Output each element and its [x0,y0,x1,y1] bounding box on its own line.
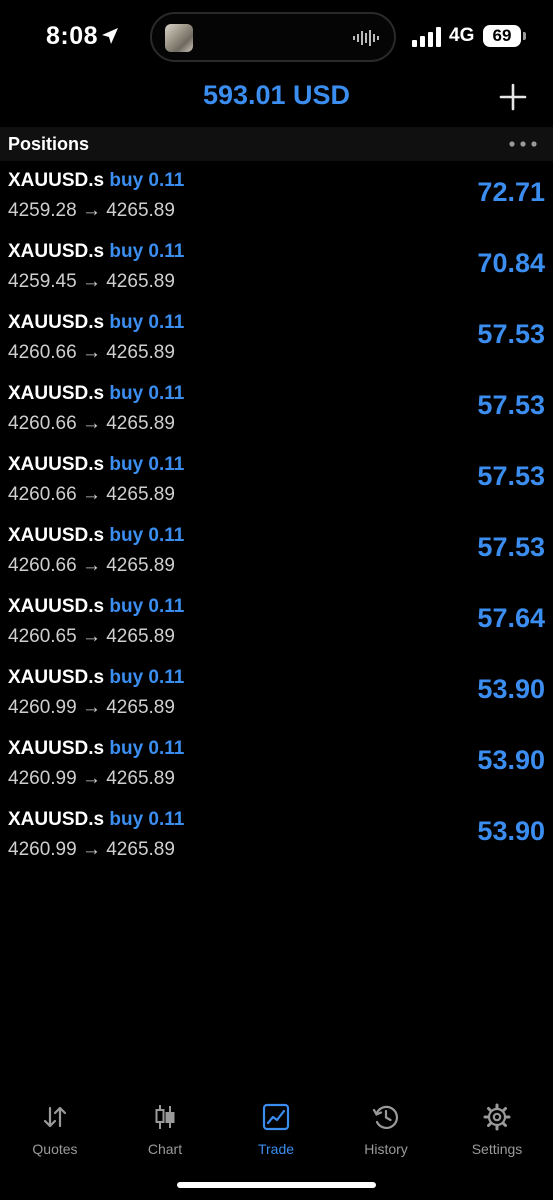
position-row[interactable]: XAUUSD.s buy 0.11 4260.66 → 4265.89 57.5… [0,306,553,377]
position-symbol: XAUUSD.s [8,454,105,475]
position-row[interactable]: XAUUSD.s buy 0.11 4260.99 → 4265.89 53.9… [0,732,553,803]
position-symbol: XAUUSD.s [8,241,105,262]
position-prices: 4260.66 → 4265.89 [8,342,175,363]
tab-history[interactable]: History [331,1102,441,1157]
plus-icon[interactable] [498,82,528,112]
position-profit: 70.84 [477,248,545,278]
position-row[interactable]: XAUUSD.s buy 0.11 4259.45 → 4265.89 70.8… [0,235,553,306]
home-indicator[interactable] [177,1182,376,1188]
audio-waveform-icon [353,30,379,46]
position-symbol: XAUUSD.s [8,596,105,617]
position-prices: 4260.66 → 4265.89 [8,484,175,505]
network-type: 4G [449,25,475,46]
battery-cap [523,32,526,40]
quotes-arrows-icon [43,1106,67,1128]
position-symbol-line: XAUUSD.s buy 0.11 [8,241,184,263]
tab-label: Quotes [32,1141,78,1157]
position-prices: 4260.99 → 4265.89 [8,697,175,718]
tab-label: Settings [471,1141,523,1157]
position-profit: 57.64 [477,603,545,633]
tab-trade[interactable]: Trade [221,1102,331,1157]
cellular-signal-icon [412,27,441,47]
position-prices: 4260.65 → 4265.89 [8,626,175,647]
position-side: buy 0.11 [109,383,185,404]
tab-label: Chart [147,1141,183,1157]
position-symbol-line: XAUUSD.s buy 0.11 [8,738,184,760]
position-prices: 4260.99 → 4265.89 [8,768,175,789]
position-symbol: XAUUSD.s [8,383,105,404]
section-title: Positions [8,134,90,154]
tab-settings[interactable]: Settings [442,1102,552,1157]
position-profit: 57.53 [477,319,545,349]
tab-chart[interactable]: Chart [110,1102,220,1157]
position-prices: 4260.66 → 4265.89 [8,555,175,576]
account-balance: 593.01 USD [202,80,351,110]
position-row[interactable]: XAUUSD.s buy 0.11 4260.65 → 4265.89 57.6… [0,590,553,661]
dynamic-island[interactable] [150,12,396,62]
position-profit: 53.90 [477,816,545,846]
position-symbol-line: XAUUSD.s buy 0.11 [8,596,184,618]
position-row[interactable]: XAUUSD.s buy 0.11 4259.28 → 4265.89 72.7… [0,164,553,235]
position-symbol-line: XAUUSD.s buy 0.11 [8,667,184,689]
position-symbol: XAUUSD.s [8,809,105,830]
position-profit: 72.71 [477,177,545,207]
tab-label: Trade [257,1141,295,1157]
battery-level: 69 [483,25,521,47]
position-side: buy 0.11 [109,312,185,333]
position-side: buy 0.11 [109,738,185,759]
trade-chart-icon [262,1103,290,1131]
position-symbol: XAUUSD.s [8,738,105,759]
position-side: buy 0.11 [109,667,185,688]
history-clock-icon [372,1105,399,1129]
location-arrow-icon [102,28,118,44]
position-side: buy 0.11 [109,596,185,617]
position-symbol: XAUUSD.s [8,312,105,333]
position-symbol-line: XAUUSD.s buy 0.11 [8,383,184,405]
position-symbol-line: XAUUSD.s buy 0.11 [8,312,184,334]
position-symbol-line: XAUUSD.s buy 0.11 [8,525,184,547]
position-prices: 4259.28 → 4265.89 [8,200,175,221]
candlestick-icon [155,1105,175,1129]
position-prices: 4259.45 → 4265.89 [8,271,175,292]
position-side: buy 0.11 [109,809,185,830]
ellipsis-icon[interactable] [508,139,538,149]
position-symbol: XAUUSD.s [8,525,105,546]
position-profit: 57.53 [477,461,545,491]
position-row[interactable]: XAUUSD.s buy 0.11 4260.99 → 4265.89 53.9… [0,661,553,732]
position-profit: 57.53 [477,532,545,562]
status-time: 8:08 [46,22,99,50]
position-symbol: XAUUSD.s [8,170,105,191]
position-prices: 4260.99 → 4265.89 [8,839,175,860]
position-row[interactable]: XAUUSD.s buy 0.11 4260.66 → 4265.89 57.5… [0,377,553,448]
position-side: buy 0.11 [109,525,185,546]
tab-label: History [364,1141,408,1157]
position-row[interactable]: XAUUSD.s buy 0.11 4260.99 → 4265.89 53.9… [0,803,553,874]
position-row[interactable]: XAUUSD.s buy 0.11 4260.66 → 4265.89 57.5… [0,519,553,590]
position-row[interactable]: XAUUSD.s buy 0.11 4260.66 → 4265.89 57.5… [0,448,553,519]
position-prices: 4260.66 → 4265.89 [8,413,175,434]
positions-header: Positions [0,127,553,161]
position-profit: 53.90 [477,745,545,775]
now-playing-thumbnail [165,24,193,52]
gear-icon [483,1103,511,1131]
tab-quotes[interactable]: Quotes [0,1102,110,1157]
position-symbol-line: XAUUSD.s buy 0.11 [8,170,184,192]
position-symbol-line: XAUUSD.s buy 0.11 [8,454,184,476]
position-side: buy 0.11 [109,454,185,475]
status-bar: 8:08 4G 69 [0,0,553,76]
position-profit: 53.90 [477,674,545,704]
position-side: buy 0.11 [109,241,185,262]
position-profit: 57.53 [477,390,545,420]
position-side: buy 0.11 [109,170,185,191]
position-symbol: XAUUSD.s [8,667,105,688]
position-symbol-line: XAUUSD.s buy 0.11 [8,809,184,831]
